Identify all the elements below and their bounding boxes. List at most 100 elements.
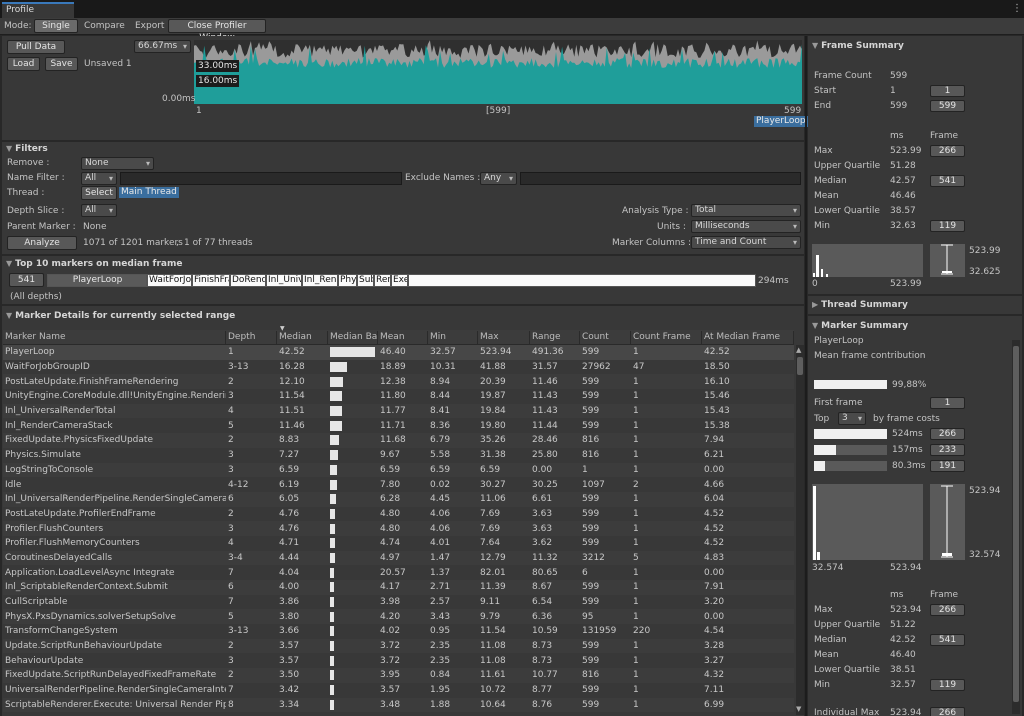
- table-row[interactable]: Inl_RenderCameraStack 5 11.46 11.71 8.36 19.8…: [3, 418, 794, 434]
- compare-mode-button[interactable]: Compare: [84, 21, 125, 31]
- median-bar-cell: [328, 359, 378, 375]
- top10-segment[interactable]: Inl_Unive: [266, 274, 302, 287]
- table-scrollbar[interactable]: [796, 345, 804, 715]
- table-cell: 11.32: [530, 550, 580, 566]
- table-cell: 42.52: [277, 345, 328, 360]
- column-header[interactable]: Mean: [378, 331, 428, 344]
- table-row[interactable]: BehaviourUpdate 3 3.57 3.72 2.35 11.08 8.73 599…: [3, 653, 794, 669]
- table-row[interactable]: PlayerLoop 1 42.52 46.40 32.57 523.94 491.36 59…: [3, 345, 794, 360]
- units-dropdown[interactable]: Milliseconds: [691, 220, 801, 233]
- marker-columns-dropdown[interactable]: Time and Count: [691, 236, 801, 249]
- marker-summary-scrollbar-thumb[interactable]: [1013, 346, 1019, 702]
- table-row[interactable]: CoroutinesDelayedCalls 3-4 4.44 4.97 1.47 12.…: [3, 550, 794, 566]
- column-header[interactable]: Max: [478, 331, 530, 344]
- column-header[interactable]: Marker Name: [3, 331, 226, 344]
- stat-frame-button[interactable]: 119: [930, 220, 965, 232]
- stat-frame-button[interactable]: 266: [930, 145, 965, 157]
- table-cell: 6.59: [277, 462, 328, 478]
- column-header[interactable]: Median Bar: [328, 331, 378, 344]
- table-row[interactable]: CullScriptable 7 3.86 3.98 2.57 9.11 6.54 599 1 3…: [3, 594, 794, 610]
- end-frame-button[interactable]: 599: [930, 100, 965, 112]
- top10-segment[interactable]: Phy: [338, 274, 357, 287]
- analysis-type-dropdown[interactable]: Total: [691, 204, 801, 217]
- load-button[interactable]: Load: [7, 57, 40, 71]
- table-row[interactable]: PhysX.PxsDynamics.solverSetupSolve 5 3.80 4…: [3, 609, 794, 625]
- marker-summary-header[interactable]: ▼ Marker Summary: [812, 321, 908, 331]
- top10-header[interactable]: ▼ Top 10 markers on median frame: [6, 259, 182, 269]
- export-button[interactable]: Export: [135, 21, 164, 31]
- frame-summary-header[interactable]: ▼ Frame Summary: [812, 41, 904, 51]
- table-cell: 8.67: [530, 580, 580, 595]
- table-scrollbar-down-icon[interactable]: ▼: [796, 705, 801, 713]
- table-row[interactable]: WaitForJobGroupID 3-13 16.28 18.89 10.31 41.8…: [3, 359, 794, 375]
- top10-segment[interactable]: Exe: [391, 274, 408, 287]
- top-frame-button[interactable]: 233: [930, 444, 965, 456]
- column-header[interactable]: Min: [428, 331, 478, 344]
- column-header[interactable]: Count Frame: [631, 331, 702, 344]
- start-frame-button[interactable]: 1: [930, 85, 965, 97]
- table-row[interactable]: FixedUpdate.ScriptRunDelayedFixedFrameRa…: [3, 668, 794, 683]
- table-row[interactable]: UnityEngine.CoreModule.dll!UnityEngine.R…: [3, 389, 794, 404]
- save-button[interactable]: Save: [45, 57, 78, 71]
- name-filter-input[interactable]: [120, 172, 402, 185]
- table-scrollbar-up-icon[interactable]: ▲: [796, 346, 801, 354]
- first-frame-button[interactable]: 1: [930, 397, 965, 409]
- marker-details-header[interactable]: ▼ Marker Details for currently selected r…: [6, 311, 235, 321]
- table-row[interactable]: TransformChangeSystem 3-13 3.66 4.02 0.95 11.…: [3, 624, 794, 639]
- exclude-names-dropdown[interactable]: Any: [480, 172, 517, 185]
- thread-select-button[interactable]: Select: [81, 186, 117, 200]
- table-row[interactable]: Application.LoadLevelAsync Integrate 7 4.0…: [3, 565, 794, 580]
- table-scrollbar-thumb[interactable]: [797, 357, 803, 375]
- top10-segment[interactable]: Ren: [374, 274, 391, 287]
- graph-range-dropdown[interactable]: 66.67ms: [134, 40, 191, 53]
- right-pane-divider[interactable]: [805, 36, 807, 716]
- table-row[interactable]: Inl_UniversalRenderTotal 4 11.51 11.77 8.41 1…: [3, 403, 794, 419]
- top-count-dropdown[interactable]: 3: [838, 412, 866, 425]
- depth-slice-dropdown[interactable]: All: [81, 204, 117, 217]
- frame-time-graph[interactable]: [194, 40, 802, 104]
- column-header[interactable]: Range: [530, 331, 580, 344]
- table-row[interactable]: Profiler.FlushMemoryCounters 4 4.71 4.74 4.0…: [3, 535, 794, 551]
- top10-segment[interactable]: Inl_Rend: [302, 274, 338, 287]
- exclude-names-input[interactable]: [520, 172, 801, 185]
- table-row[interactable]: PostLateUpdate.FinishFrameRendering 2 12.1…: [3, 374, 794, 390]
- top10-segment[interactable]: FinishFra: [192, 274, 230, 287]
- stat-frame-button[interactable]: 266: [930, 604, 965, 616]
- column-header[interactable]: Count: [580, 331, 631, 344]
- top10-segment[interactable]: Sub: [357, 274, 374, 287]
- individual-max-frame-button[interactable]: 266: [930, 707, 965, 716]
- stat-frame-button[interactable]: 541: [930, 175, 965, 187]
- filters-header[interactable]: ▼ Filters: [6, 144, 48, 154]
- pull-data-button[interactable]: Pull Data: [7, 40, 65, 54]
- window-menu-icon[interactable]: ⋮: [1012, 3, 1022, 14]
- table-row[interactable]: PostLateUpdate.ProfilerEndFrame 2 4.76 4.80…: [3, 506, 794, 522]
- top10-frame-button[interactable]: 541: [9, 273, 44, 287]
- table-row[interactable]: LogStringToConsole 3 6.59 6.59 6.59 6.59 0.00 1…: [3, 462, 794, 478]
- single-mode-button[interactable]: Single: [34, 19, 78, 33]
- table-row[interactable]: Inl_ScriptableRenderContext.Submit 6 4.00 4…: [3, 580, 794, 595]
- table-row[interactable]: Physics.Simulate 3 7.27 9.67 5.58 31.38 25.80 8…: [3, 447, 794, 463]
- column-header[interactable]: Depth: [226, 331, 277, 344]
- thread-summary-header[interactable]: ▶ Thread Summary: [812, 300, 908, 310]
- top10-segment[interactable]: WaitForJo: [147, 274, 192, 287]
- top10-segment[interactable]: DoRend: [230, 274, 266, 287]
- table-row[interactable]: FixedUpdate.PhysicsFixedUpdate 2 8.83 11.68…: [3, 433, 794, 448]
- column-header[interactable]: Median: [277, 331, 328, 344]
- close-profiler-window-button[interactable]: Close Profiler Window: [168, 19, 266, 43]
- analyze-button[interactable]: Analyze: [7, 236, 77, 250]
- table-row[interactable]: Profiler.FlushCounters 3 4.76 4.80 4.06 7.69 3…: [3, 521, 794, 536]
- stat-frame-button[interactable]: 541: [930, 634, 965, 646]
- table-row[interactable]: Inl_UniversalRenderPipeline.RenderSingle…: [3, 491, 794, 507]
- top10-segment[interactable]: PlayerLoop: [47, 274, 147, 287]
- name-filter-dropdown[interactable]: All: [81, 172, 117, 185]
- table-row[interactable]: UniversalRenderPipeline.RenderSingleCame…: [3, 682, 794, 698]
- remove-dropdown[interactable]: None: [81, 157, 154, 170]
- top-frame-button[interactable]: 191: [930, 460, 965, 472]
- column-header[interactable]: At Median Frame: [702, 331, 794, 344]
- table-row[interactable]: ScriptableRenderer.Execute: Universal Re…: [3, 697, 794, 713]
- top-frame-button[interactable]: 266: [930, 428, 965, 440]
- stat-frame-button[interactable]: 119: [930, 679, 965, 691]
- window-tab[interactable]: Profile Analyzer: [2, 2, 74, 28]
- table-row[interactable]: Idle 4-12 6.19 7.80 0.02 30.27 30.25 1097 2 4.66: [3, 477, 794, 492]
- table-row[interactable]: Update.ScriptRunBehaviourUpdate 2 3.57 3.72…: [3, 638, 794, 654]
